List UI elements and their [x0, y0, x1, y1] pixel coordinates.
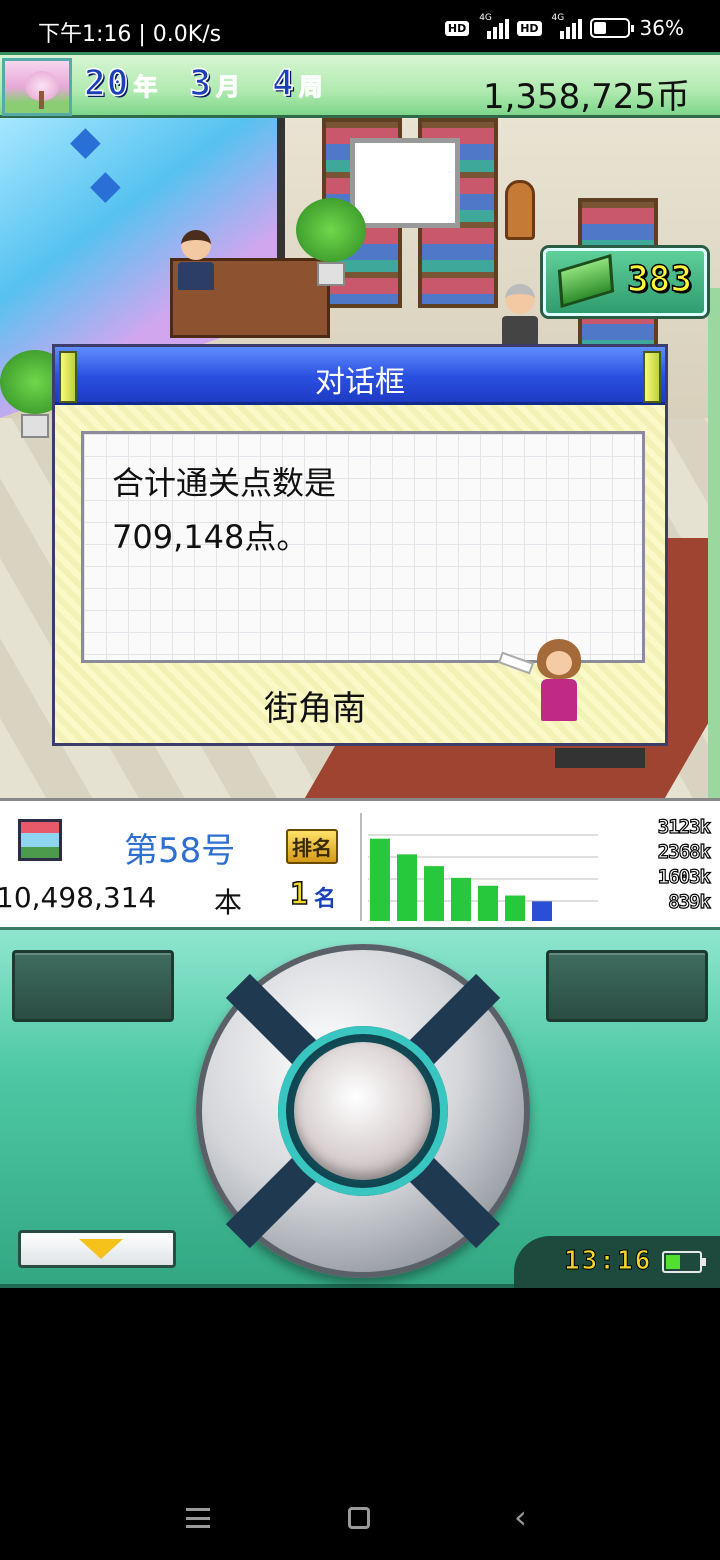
signal-icon: 4G — [479, 13, 510, 39]
chart-bar — [478, 885, 498, 921]
year-number: 20 — [83, 62, 130, 105]
status-time: 下午1:16 | 0.0K/s — [38, 22, 222, 47]
recent-apps-button[interactable] — [186, 1508, 210, 1528]
right-soft-button[interactable] — [546, 950, 708, 1022]
hd-icon: HD — [517, 20, 542, 36]
down-arrow-icon — [79, 1239, 123, 1259]
game-clock: 13:16 — [563, 1246, 653, 1277]
chart-bar — [424, 866, 444, 921]
home-button[interactable] — [348, 1507, 370, 1529]
year-unit: 年 — [133, 73, 158, 102]
chart-scale-labels: 3123k 2368k 1603k 839k — [610, 815, 712, 915]
chart-bar — [505, 895, 525, 921]
staff-character[interactable] — [178, 230, 214, 290]
issue-number: 第58号 — [124, 831, 236, 871]
wall-clock — [505, 180, 535, 240]
scale-label: 2368k — [657, 840, 711, 863]
rank-value: 1 — [289, 876, 309, 913]
dialog-message-area[interactable]: 合计通关点数是 709,148点。 — [81, 431, 645, 663]
game-date: 20 年 3 月 4 周 — [83, 62, 351, 105]
rank-badge: 排名 — [286, 829, 338, 864]
back-button[interactable]: ‹ — [514, 1498, 527, 1536]
directional-pad[interactable] — [196, 944, 530, 1278]
sales-unit: 本 — [214, 886, 243, 919]
dialog-box[interactable]: 对话框 合计通关点数是 709,148点。 街角南 — [52, 344, 668, 746]
sales-bar-chart — [368, 834, 598, 921]
scale-label: 1603k — [657, 865, 711, 888]
bench — [555, 748, 645, 768]
magazine-info-panel[interactable]: 第58号 10,498,314 本 排名 1 名 3123k 2368k 160… — [0, 798, 720, 930]
speaker-avatar — [533, 639, 585, 725]
week-unit: 周 — [298, 73, 323, 102]
week-number: 4 — [271, 62, 295, 105]
menu-toggle-button[interactable] — [18, 1230, 176, 1268]
dialog-title: 对话框 — [315, 365, 405, 400]
confirm-button[interactable] — [294, 1042, 432, 1180]
status-icons: HD 4G HD 4G 36% — [444, 13, 684, 40]
game-top-bar: 20 年 3 月 4 周 1,358,725币 — [0, 52, 720, 118]
book-count: 383 — [626, 258, 693, 301]
navigation-bar: ‹ — [0, 1470, 720, 1560]
potted-plant — [296, 198, 366, 288]
virtual-controller: 13:16 — [0, 930, 720, 1288]
chart-bar — [451, 877, 471, 921]
sales-count: 10,498,314 — [0, 881, 157, 914]
scale-label: 3123k — [657, 815, 711, 838]
signal-icon: 4G — [552, 13, 582, 39]
chart-bar — [370, 838, 390, 921]
staff-character[interactable] — [502, 284, 538, 344]
game-clock-panel: 13:16 — [514, 1236, 720, 1288]
hd-icon: HD — [444, 20, 470, 36]
season-spring-icon[interactable] — [2, 58, 72, 116]
panel-divider — [360, 813, 362, 921]
fish-icon: ◆ — [90, 162, 121, 208]
left-soft-button[interactable] — [12, 950, 174, 1022]
scene-edge — [708, 288, 720, 798]
scale-label: 839k — [668, 890, 712, 913]
dialog-title-bar: 对话框 — [55, 347, 665, 405]
magazine-icon — [18, 819, 62, 861]
chart-bar — [397, 854, 417, 921]
speaker-name: 街角南 — [264, 689, 366, 729]
money-balance: 1,358,725币 — [482, 77, 690, 117]
battery-percent: 36% — [639, 16, 684, 40]
whiteboard — [350, 138, 460, 228]
month-unit: 月 — [216, 73, 241, 102]
dialog-message: 合计通关点数是 709,148点。 — [112, 464, 337, 556]
book-icon — [557, 253, 615, 309]
book-count-badge[interactable]: 383 — [543, 248, 707, 316]
month-number: 3 — [189, 62, 213, 105]
battery-icon — [589, 18, 634, 38]
fish-icon: ◆ — [70, 118, 101, 164]
chart-bar — [532, 901, 552, 921]
battery-icon — [662, 1251, 706, 1273]
rank-unit: 名 — [314, 887, 337, 912]
